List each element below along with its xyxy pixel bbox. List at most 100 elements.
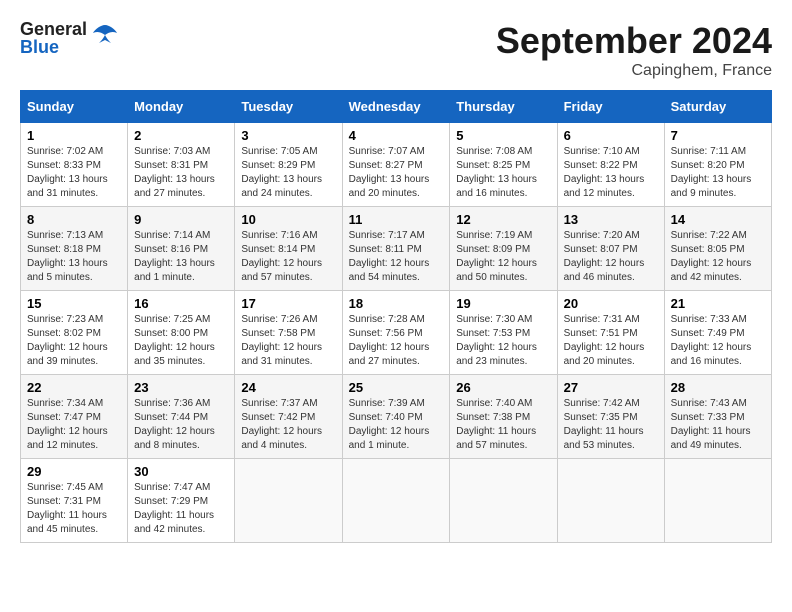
day-cell-14: 14 Sunrise: 7:22 AMSunset: 8:05 PMDaylig… [664, 207, 771, 291]
day-info-2: Sunrise: 7:03 AMSunset: 8:31 PMDaylight:… [134, 146, 215, 199]
day-cell-8: 8 Sunrise: 7:13 AMSunset: 8:18 PMDayligh… [21, 207, 128, 291]
logo-general: General [20, 20, 87, 38]
header-monday: Monday [128, 91, 235, 123]
empty-cell [664, 459, 771, 543]
day-number-19: 19 [456, 296, 550, 311]
month-title: September 2024 [496, 20, 772, 62]
day-cell-4: 4 Sunrise: 7:07 AMSunset: 8:27 PMDayligh… [342, 123, 450, 207]
day-cell-13: 13 Sunrise: 7:20 AMSunset: 8:07 PMDaylig… [557, 207, 664, 291]
day-info-13: Sunrise: 7:20 AMSunset: 8:07 PMDaylight:… [564, 230, 645, 283]
day-cell-10: 10 Sunrise: 7:16 AMSunset: 8:14 PMDaylig… [235, 207, 342, 291]
day-info-7: Sunrise: 7:11 AMSunset: 8:20 PMDaylight:… [671, 146, 752, 199]
day-cell-11: 11 Sunrise: 7:17 AMSunset: 8:11 PMDaylig… [342, 207, 450, 291]
day-number-17: 17 [241, 296, 335, 311]
day-info-15: Sunrise: 7:23 AMSunset: 8:02 PMDaylight:… [27, 314, 108, 367]
day-cell-6: 6 Sunrise: 7:10 AMSunset: 8:22 PMDayligh… [557, 123, 664, 207]
weekday-header-row: Sunday Monday Tuesday Wednesday Thursday… [21, 91, 772, 123]
day-cell-20: 20 Sunrise: 7:31 AMSunset: 7:51 PMDaylig… [557, 291, 664, 375]
day-info-5: Sunrise: 7:08 AMSunset: 8:25 PMDaylight:… [456, 146, 537, 199]
day-info-24: Sunrise: 7:37 AMSunset: 7:42 PMDaylight:… [241, 398, 322, 451]
day-info-22: Sunrise: 7:34 AMSunset: 7:47 PMDaylight:… [27, 398, 108, 451]
logo: General Blue [20, 20, 119, 56]
calendar-table: Sunday Monday Tuesday Wednesday Thursday… [20, 90, 772, 543]
day-info-25: Sunrise: 7:39 AMSunset: 7:40 PMDaylight:… [349, 398, 430, 451]
week-row-1: 1 Sunrise: 7:02 AMSunset: 8:33 PMDayligh… [21, 123, 772, 207]
day-cell-7: 7 Sunrise: 7:11 AMSunset: 8:20 PMDayligh… [664, 123, 771, 207]
week-row-3: 15 Sunrise: 7:23 AMSunset: 8:02 PMDaylig… [21, 291, 772, 375]
day-info-26: Sunrise: 7:40 AMSunset: 7:38 PMDaylight:… [456, 398, 536, 451]
day-number-8: 8 [27, 212, 121, 227]
day-info-8: Sunrise: 7:13 AMSunset: 8:18 PMDaylight:… [27, 230, 108, 283]
day-info-21: Sunrise: 7:33 AMSunset: 7:49 PMDaylight:… [671, 314, 752, 367]
empty-cell [342, 459, 450, 543]
day-cell-26: 26 Sunrise: 7:40 AMSunset: 7:38 PMDaylig… [450, 375, 557, 459]
day-cell-9: 9 Sunrise: 7:14 AMSunset: 8:16 PMDayligh… [128, 207, 235, 291]
day-cell-18: 18 Sunrise: 7:28 AMSunset: 7:56 PMDaylig… [342, 291, 450, 375]
day-number-12: 12 [456, 212, 550, 227]
day-number-11: 11 [349, 212, 444, 227]
day-info-17: Sunrise: 7:26 AMSunset: 7:58 PMDaylight:… [241, 314, 322, 367]
day-number-27: 27 [564, 380, 658, 395]
day-number-5: 5 [456, 128, 550, 143]
day-number-21: 21 [671, 296, 765, 311]
day-number-1: 1 [27, 128, 121, 143]
day-number-3: 3 [241, 128, 335, 143]
day-info-4: Sunrise: 7:07 AMSunset: 8:27 PMDaylight:… [349, 146, 430, 199]
day-number-18: 18 [349, 296, 444, 311]
day-info-10: Sunrise: 7:16 AMSunset: 8:14 PMDaylight:… [241, 230, 322, 283]
day-number-26: 26 [456, 380, 550, 395]
day-cell-28: 28 Sunrise: 7:43 AMSunset: 7:33 PMDaylig… [664, 375, 771, 459]
day-number-28: 28 [671, 380, 765, 395]
day-number-15: 15 [27, 296, 121, 311]
empty-cell [235, 459, 342, 543]
header: General Blue September 2024 Capinghem, F… [20, 20, 772, 80]
header-sunday: Sunday [21, 91, 128, 123]
week-row-2: 8 Sunrise: 7:13 AMSunset: 8:18 PMDayligh… [21, 207, 772, 291]
bird-icon [91, 23, 119, 50]
day-info-1: Sunrise: 7:02 AMSunset: 8:33 PMDaylight:… [27, 146, 108, 199]
day-cell-19: 19 Sunrise: 7:30 AMSunset: 7:53 PMDaylig… [450, 291, 557, 375]
day-info-6: Sunrise: 7:10 AMSunset: 8:22 PMDaylight:… [564, 146, 645, 199]
day-info-12: Sunrise: 7:19 AMSunset: 8:09 PMDaylight:… [456, 230, 537, 283]
day-number-24: 24 [241, 380, 335, 395]
day-info-11: Sunrise: 7:17 AMSunset: 8:11 PMDaylight:… [349, 230, 430, 283]
week-row-5: 29 Sunrise: 7:45 AMSunset: 7:31 PMDaylig… [21, 459, 772, 543]
day-number-16: 16 [134, 296, 228, 311]
day-number-2: 2 [134, 128, 228, 143]
day-cell-29: 29 Sunrise: 7:45 AMSunset: 7:31 PMDaylig… [21, 459, 128, 543]
header-wednesday: Wednesday [342, 91, 450, 123]
day-cell-24: 24 Sunrise: 7:37 AMSunset: 7:42 PMDaylig… [235, 375, 342, 459]
day-info-9: Sunrise: 7:14 AMSunset: 8:16 PMDaylight:… [134, 230, 215, 283]
day-number-30: 30 [134, 464, 228, 479]
header-saturday: Saturday [664, 91, 771, 123]
week-row-4: 22 Sunrise: 7:34 AMSunset: 7:47 PMDaylig… [21, 375, 772, 459]
day-number-7: 7 [671, 128, 765, 143]
day-number-10: 10 [241, 212, 335, 227]
day-cell-25: 25 Sunrise: 7:39 AMSunset: 7:40 PMDaylig… [342, 375, 450, 459]
logo-text: General Blue [20, 20, 87, 56]
day-cell-2: 2 Sunrise: 7:03 AMSunset: 8:31 PMDayligh… [128, 123, 235, 207]
day-number-13: 13 [564, 212, 658, 227]
day-cell-30: 30 Sunrise: 7:47 AMSunset: 7:29 PMDaylig… [128, 459, 235, 543]
day-info-30: Sunrise: 7:47 AMSunset: 7:29 PMDaylight:… [134, 482, 214, 535]
day-number-22: 22 [27, 380, 121, 395]
header-friday: Friday [557, 91, 664, 123]
day-cell-3: 3 Sunrise: 7:05 AMSunset: 8:29 PMDayligh… [235, 123, 342, 207]
day-info-14: Sunrise: 7:22 AMSunset: 8:05 PMDaylight:… [671, 230, 752, 283]
day-info-16: Sunrise: 7:25 AMSunset: 8:00 PMDaylight:… [134, 314, 215, 367]
day-number-14: 14 [671, 212, 765, 227]
day-number-6: 6 [564, 128, 658, 143]
day-cell-27: 27 Sunrise: 7:42 AMSunset: 7:35 PMDaylig… [557, 375, 664, 459]
empty-cell [557, 459, 664, 543]
day-info-23: Sunrise: 7:36 AMSunset: 7:44 PMDaylight:… [134, 398, 215, 451]
day-number-9: 9 [134, 212, 228, 227]
location-title: Capinghem, France [496, 62, 772, 80]
day-info-18: Sunrise: 7:28 AMSunset: 7:56 PMDaylight:… [349, 314, 430, 367]
day-number-23: 23 [134, 380, 228, 395]
day-number-25: 25 [349, 380, 444, 395]
day-info-28: Sunrise: 7:43 AMSunset: 7:33 PMDaylight:… [671, 398, 751, 451]
day-number-20: 20 [564, 296, 658, 311]
header-thursday: Thursday [450, 91, 557, 123]
day-cell-1: 1 Sunrise: 7:02 AMSunset: 8:33 PMDayligh… [21, 123, 128, 207]
day-info-19: Sunrise: 7:30 AMSunset: 7:53 PMDaylight:… [456, 314, 537, 367]
